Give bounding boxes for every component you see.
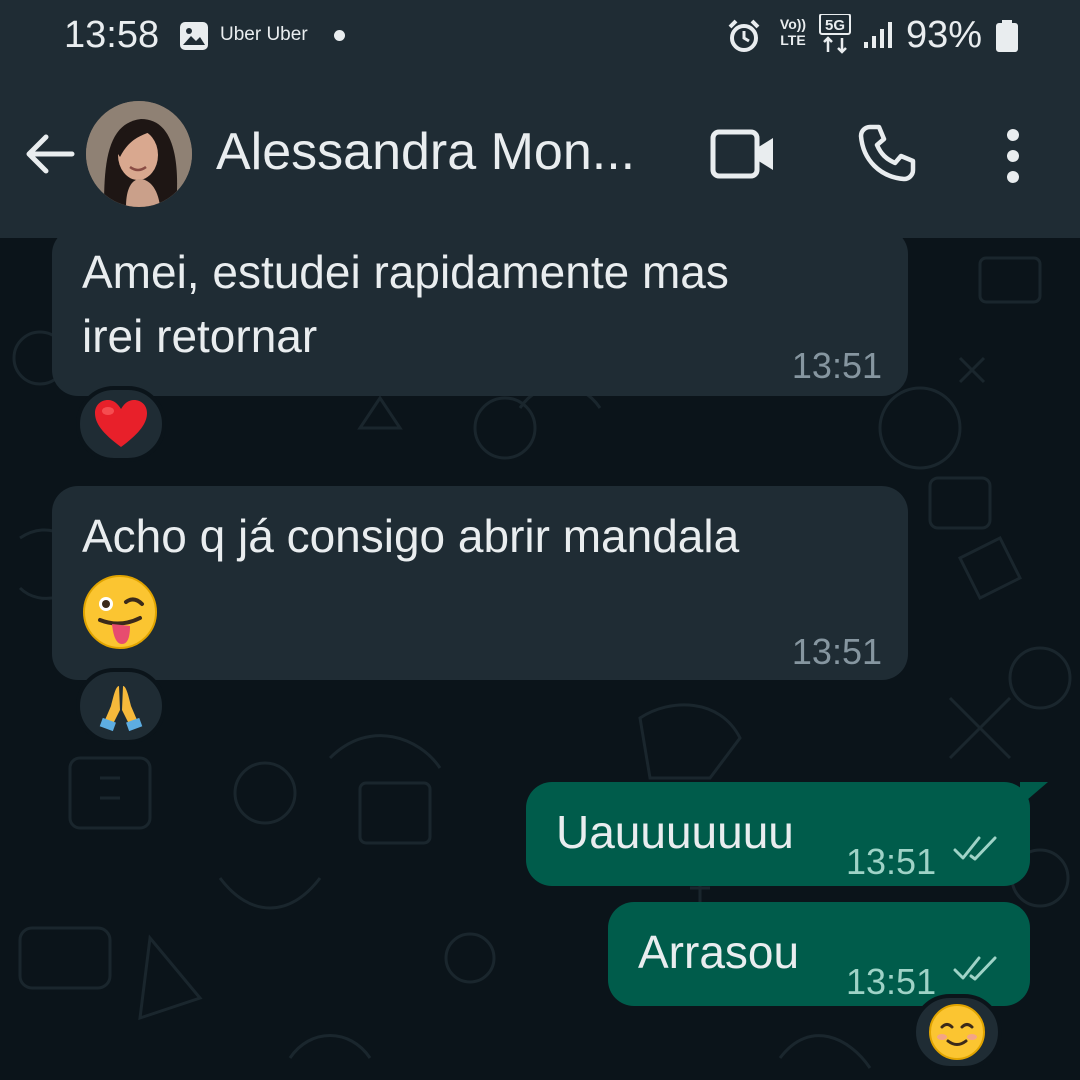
back-arrow-icon[interactable] [22, 126, 78, 182]
contact-avatar[interactable] [86, 101, 192, 207]
notification-dot [334, 30, 345, 41]
bubble-tail [1020, 782, 1048, 806]
message-bubble-incoming[interactable]: Amei, estudei rapidamente mas irei retor… [52, 238, 908, 396]
red-heart-icon [95, 400, 147, 447]
message-bubble-outgoing[interactable]: Uauuuuuuu 13:51 [526, 782, 1030, 886]
message-bubble-incoming[interactable]: Acho q já consigo abrir mandala 13:51 [52, 486, 908, 680]
message-bubble-outgoing[interactable]: Arrasou 13:51 [608, 902, 1030, 1006]
message-reaction[interactable] [76, 668, 166, 744]
message-text: Arrasou [638, 926, 800, 978]
chat-header: Alessandra Mon... [0, 76, 1080, 238]
more-vertical-icon[interactable] [998, 126, 1028, 186]
gallery-icon [180, 22, 208, 50]
signal-icon [864, 22, 892, 48]
contact-name[interactable]: Alessandra Mon... [216, 122, 666, 182]
alarm-icon [728, 19, 760, 52]
message-text: Acho q já consigo abrir mandala [82, 510, 740, 562]
status-bar: 13:58 Uber Uber Vo)) LTE 5G 93% [0, 0, 1080, 76]
message-reaction[interactable] [912, 994, 1002, 1070]
avatar-photo [86, 101, 192, 207]
winking-tongue-emoji-icon [83, 575, 157, 649]
message-time: 13:51 [791, 631, 882, 672]
double-check-icon [953, 836, 997, 861]
battery-percent: 93% [906, 14, 983, 56]
message-time: 13:51 [846, 841, 937, 882]
5g-icon: 5G [819, 14, 851, 54]
folded-hands-icon [99, 686, 143, 732]
message-text: irei retornar [82, 310, 318, 362]
video-camera-icon[interactable] [708, 126, 778, 182]
chat-area[interactable]: Amei, estudei rapidamente mas irei retor… [0, 238, 1080, 1080]
status-time: 13:58 [64, 14, 160, 56]
message-text: Amei, estudei rapidamente mas [82, 246, 729, 298]
phone-icon[interactable] [856, 122, 918, 184]
volte-icon: Vo)) LTE [779, 16, 807, 48]
message-time: 13:51 [791, 345, 882, 386]
battery-icon [996, 20, 1018, 52]
svg-text:5G: 5G [825, 17, 845, 34]
message-reaction[interactable] [76, 386, 166, 462]
double-check-icon [953, 956, 997, 981]
notification-text: Uber Uber [220, 24, 308, 45]
smiling-face-icon [929, 1004, 985, 1060]
message-text: Uauuuuuuu [556, 806, 794, 858]
